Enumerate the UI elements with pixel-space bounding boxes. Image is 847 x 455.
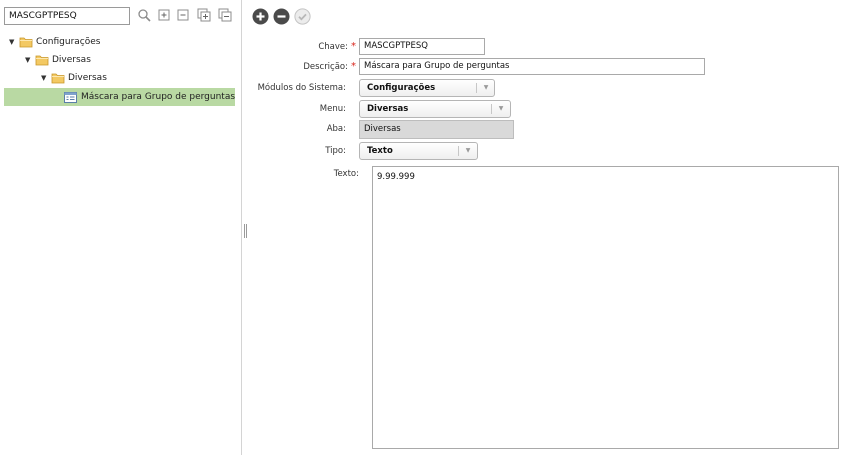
remove-button[interactable] xyxy=(273,8,290,25)
form-icon xyxy=(64,91,77,103)
tree-node-label: Configurações xyxy=(36,37,101,47)
modulos-label: Módulos do Sistema: xyxy=(257,83,346,93)
splitter-handle[interactable] xyxy=(244,224,248,238)
tree-node-mascara[interactable]: Máscara para Grupo de perguntas xyxy=(4,88,235,106)
modulos-select[interactable]: Configurações ▼ xyxy=(359,79,495,97)
tree-node-label: Diversas xyxy=(68,73,107,83)
descricao-label: Descrição: * xyxy=(303,61,356,72)
required-marker: * xyxy=(351,41,356,52)
folder-icon xyxy=(51,72,65,84)
menu-select[interactable]: Diversas ▼ xyxy=(359,100,511,118)
chevron-down-icon[interactable]: ▼ xyxy=(479,80,493,96)
confirm-button[interactable] xyxy=(294,8,311,25)
menu-label: Menu: xyxy=(319,104,346,114)
expanded-arrow-icon[interactable]: ▼ xyxy=(25,56,33,64)
tree-node-label: Máscara para Grupo de perguntas xyxy=(81,92,236,102)
tree-node-diversas[interactable]: ▼ Diversas xyxy=(25,51,91,69)
tree-node-configuracoes[interactable]: ▼ Configurações xyxy=(9,33,100,51)
expanded-arrow-icon[interactable]: ▼ xyxy=(9,38,17,46)
search-icon[interactable] xyxy=(137,8,151,22)
texto-textarea[interactable]: 9.99.999 xyxy=(372,166,839,449)
add-button[interactable] xyxy=(252,8,269,25)
collapse-all-icon[interactable] xyxy=(218,8,232,22)
required-marker: * xyxy=(351,61,356,72)
aba-field: Diversas xyxy=(359,120,514,139)
select-separator xyxy=(458,146,459,156)
search-input[interactable] xyxy=(4,7,130,25)
texto-label: Texto: xyxy=(333,169,359,179)
select-separator xyxy=(491,104,492,114)
collapse-node-icon[interactable] xyxy=(176,8,190,22)
chave-label: Chave: * xyxy=(318,41,356,52)
tree-panel: ▼ Configurações ▼ Diversas ▼ Diversas Má… xyxy=(0,0,241,455)
select-value: Diversas xyxy=(367,104,409,114)
panel-divider xyxy=(241,0,242,455)
select-value: Texto xyxy=(367,146,393,156)
folder-icon xyxy=(35,54,49,66)
tree-node-label: Diversas xyxy=(52,55,91,65)
descricao-field[interactable]: Máscara para Grupo de perguntas xyxy=(359,58,705,75)
chevron-down-icon[interactable]: ▼ xyxy=(461,143,475,159)
tipo-select[interactable]: Texto ▼ xyxy=(359,142,478,160)
chave-field[interactable]: MASCGPTPESQ xyxy=(359,38,485,55)
tipo-label: Tipo: xyxy=(325,146,346,156)
aba-label: Aba: xyxy=(326,124,346,134)
expanded-arrow-icon[interactable]: ▼ xyxy=(41,74,49,82)
select-separator xyxy=(476,83,477,93)
select-value: Configurações xyxy=(367,83,436,93)
tree-node-diversas-sub[interactable]: ▼ Diversas xyxy=(41,69,107,87)
expand-node-icon[interactable] xyxy=(157,8,171,22)
expand-all-icon[interactable] xyxy=(197,8,211,22)
chevron-down-icon[interactable]: ▼ xyxy=(494,101,508,117)
folder-icon xyxy=(19,36,33,48)
